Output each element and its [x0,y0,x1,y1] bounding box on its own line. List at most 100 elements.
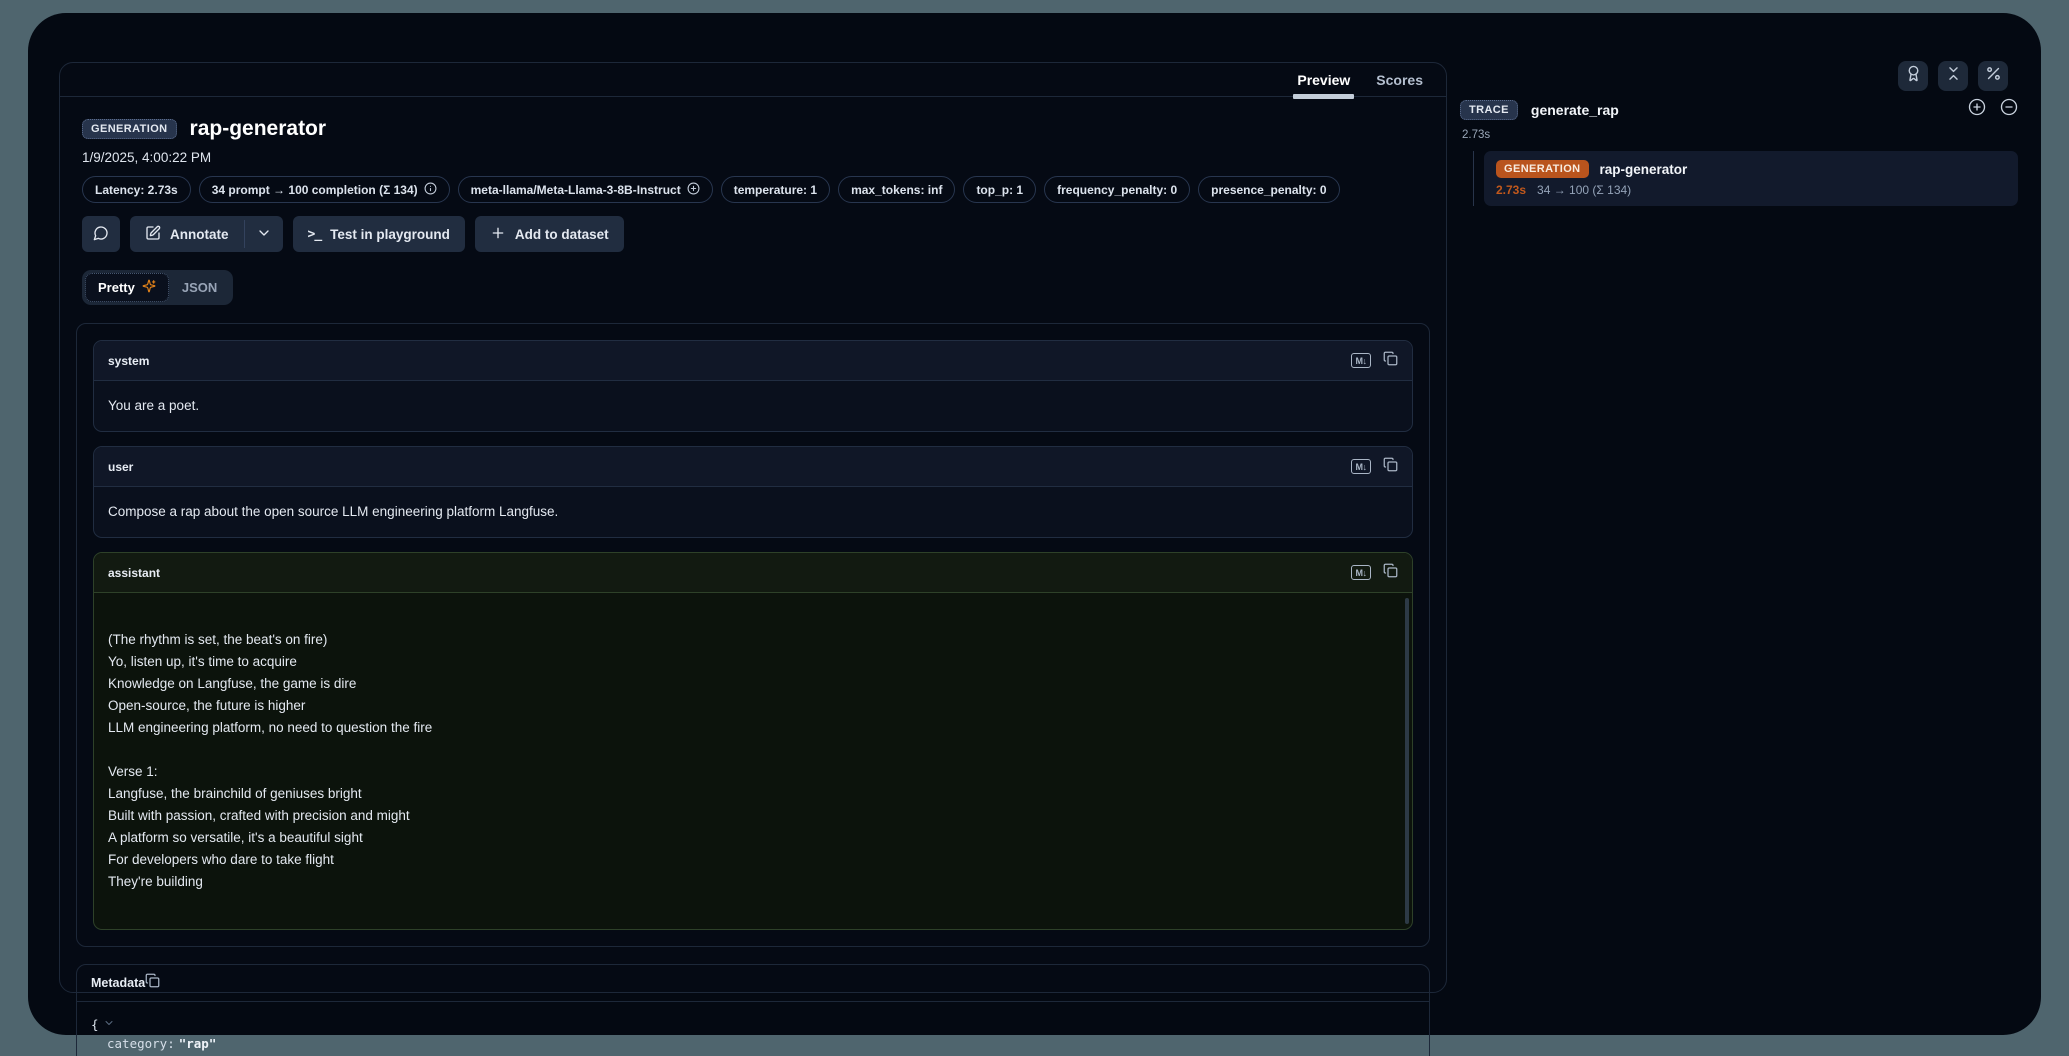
brace-open: { [91,1015,99,1034]
message-tools: M↓ [1351,351,1398,371]
app-window: Preview Scores GENERATION rap-generator … [28,13,2041,1035]
json-property-line: category: "rap" [91,1034,1415,1053]
tab-scores[interactable]: Scores [1363,63,1436,96]
fold-vertical-icon [1945,65,1962,87]
temperature-badge: temperature: 1 [721,176,830,203]
add-to-dataset-button[interactable]: Add to dataset [475,216,624,252]
window-actions [1898,61,2008,91]
badge-label: meta-llama/Meta-Llama-3-8B-Instruct [471,183,681,197]
latency-badge: Latency: 2.73s [82,176,191,203]
assistant-text: (The rhythm is set, the beat's on fire) … [108,632,432,889]
message-role: assistant [108,566,160,580]
pretty-label: Pretty [98,280,135,295]
circle-plus-icon [687,182,700,198]
copy-icon[interactable] [1383,351,1398,371]
annotate-award-button[interactable] [1898,61,1928,91]
chevron-down-icon [256,225,272,244]
max-tokens-badge: max_tokens: inf [838,176,955,203]
title-row: GENERATION rap-generator [82,117,1424,141]
trace-type-badge: TRACE [1460,100,1518,120]
model-parameter-badges: Latency: 2.73s 34 prompt → 100 completio… [82,176,1424,203]
annotate-button[interactable]: Annotate [130,216,244,252]
badge-label: top_p: 1 [976,183,1023,197]
assistant-message-block: assistant M↓ (The rhythm is set, the bea… [93,552,1413,930]
trace-tree-panel: TRACE generate_rap 2.73s GENERATION rap-… [1460,98,2018,206]
user-message-header: user M↓ [94,447,1412,487]
add-to-dataset-label: Add to dataset [515,227,609,242]
scores-percent-button[interactable] [1978,61,2008,91]
node-title-row: GENERATION rap-generator [1496,160,2006,178]
message-tools: M↓ [1351,457,1398,477]
node-duration: 2.73s [1496,183,1526,197]
trace-name[interactable]: generate_rap [1531,102,1619,118]
actions-row: Annotate >_ Test in playground [82,216,1424,252]
assistant-message-content: (The rhythm is set, the beat's on fire) … [94,593,1412,929]
collapse-panel-button[interactable] [1938,61,1968,91]
toggle-pretty[interactable]: Pretty [85,273,169,302]
copy-icon[interactable] [145,973,160,993]
tab-preview[interactable]: Preview [1284,63,1363,96]
metadata-section: Metadata { category: "rap" [76,964,1430,1056]
markdown-toggle-icon[interactable]: M↓ [1351,565,1371,580]
panel-body: GENERATION rap-generator 1/9/2025, 4:00:… [60,97,1446,1056]
io-messages-container: system M↓ You are a poet. user [76,323,1430,947]
model-badge[interactable]: meta-llama/Meta-Llama-3-8B-Instruct [458,176,713,203]
circle-minus-icon[interactable] [2000,98,2018,121]
badge-label: presence_penalty: 0 [1211,183,1326,197]
view-toggle: Pretty JSON [82,270,233,305]
token-usage-badge[interactable]: 34 prompt → 100 completion (Σ 134) [199,176,450,203]
award-icon [1905,65,1922,87]
markdown-toggle-icon[interactable]: M↓ [1351,459,1371,474]
copy-icon[interactable] [1383,457,1398,477]
json-key: category: [107,1034,175,1053]
test-in-playground-label: Test in playground [330,227,450,242]
system-message-content: You are a poet. [94,381,1412,431]
node-token-usage: 34 → 100 (Σ 134) [1537,183,1631,197]
user-message-block: user M↓ Compose a rap about the open sou… [93,446,1413,538]
top-p-badge: top_p: 1 [963,176,1036,203]
message-tools: M↓ [1351,563,1398,583]
comment-icon [93,225,109,244]
generation-tree-node[interactable]: GENERATION rap-generator 2.73s 34 → 100 … [1484,151,2018,206]
tree-zoom-controls [1968,98,2018,121]
badge-label: temperature: 1 [734,183,817,197]
circle-plus-icon[interactable] [1968,98,1986,121]
presence-penalty-badge: presence_penalty: 0 [1198,176,1339,203]
sparkles-icon [142,279,156,296]
badge-label: frequency_penalty: 0 [1057,183,1177,197]
page-title: rap-generator [190,117,327,141]
badge-label: 34 prompt → 100 completion (Σ 134) [212,183,418,197]
annotate-dropdown-button[interactable] [245,216,283,252]
badge-label: max_tokens: inf [851,183,942,197]
node-stats-row: 2.73s 34 → 100 (Σ 134) [1496,183,2006,197]
copy-icon[interactable] [1383,563,1398,583]
info-icon [424,182,437,198]
panel-tabs: Preview Scores [60,63,1446,97]
user-message-content: Compose a rap about the open source LLM … [94,487,1412,537]
metadata-title: Metadata [91,976,145,990]
system-message-header: system M↓ [94,341,1412,381]
percent-icon [1985,65,2002,87]
toggle-json[interactable]: JSON [169,273,230,302]
message-role: system [108,354,149,368]
badge-label: Latency: 2.73s [95,183,178,197]
json-value: "rap" [179,1034,217,1053]
test-in-playground-button[interactable]: >_ Test in playground [293,216,465,252]
terminal-icon: >_ [308,227,322,242]
annotate-label: Annotate [170,227,229,242]
comment-button[interactable] [82,216,120,252]
observation-panel: Preview Scores GENERATION rap-generator … [59,62,1447,993]
message-role: user [108,460,133,474]
generation-type-badge: GENERATION [1496,160,1589,178]
scrollbar-thumb[interactable] [1405,598,1409,924]
observation-type-badge: GENERATION [82,119,177,139]
edit-icon [145,225,161,244]
trace-tree: GENERATION rap-generator 2.73s 34 → 100 … [1473,151,2018,206]
markdown-toggle-icon[interactable]: M↓ [1351,353,1371,368]
metadata-header: Metadata [77,965,1429,1002]
observation-timestamp: 1/9/2025, 4:00:22 PM [82,150,1424,165]
json-label: JSON [182,280,217,295]
collapse-chevron-icon[interactable] [103,1015,115,1034]
plus-icon [490,225,506,244]
system-message-block: system M↓ You are a poet. [93,340,1413,432]
